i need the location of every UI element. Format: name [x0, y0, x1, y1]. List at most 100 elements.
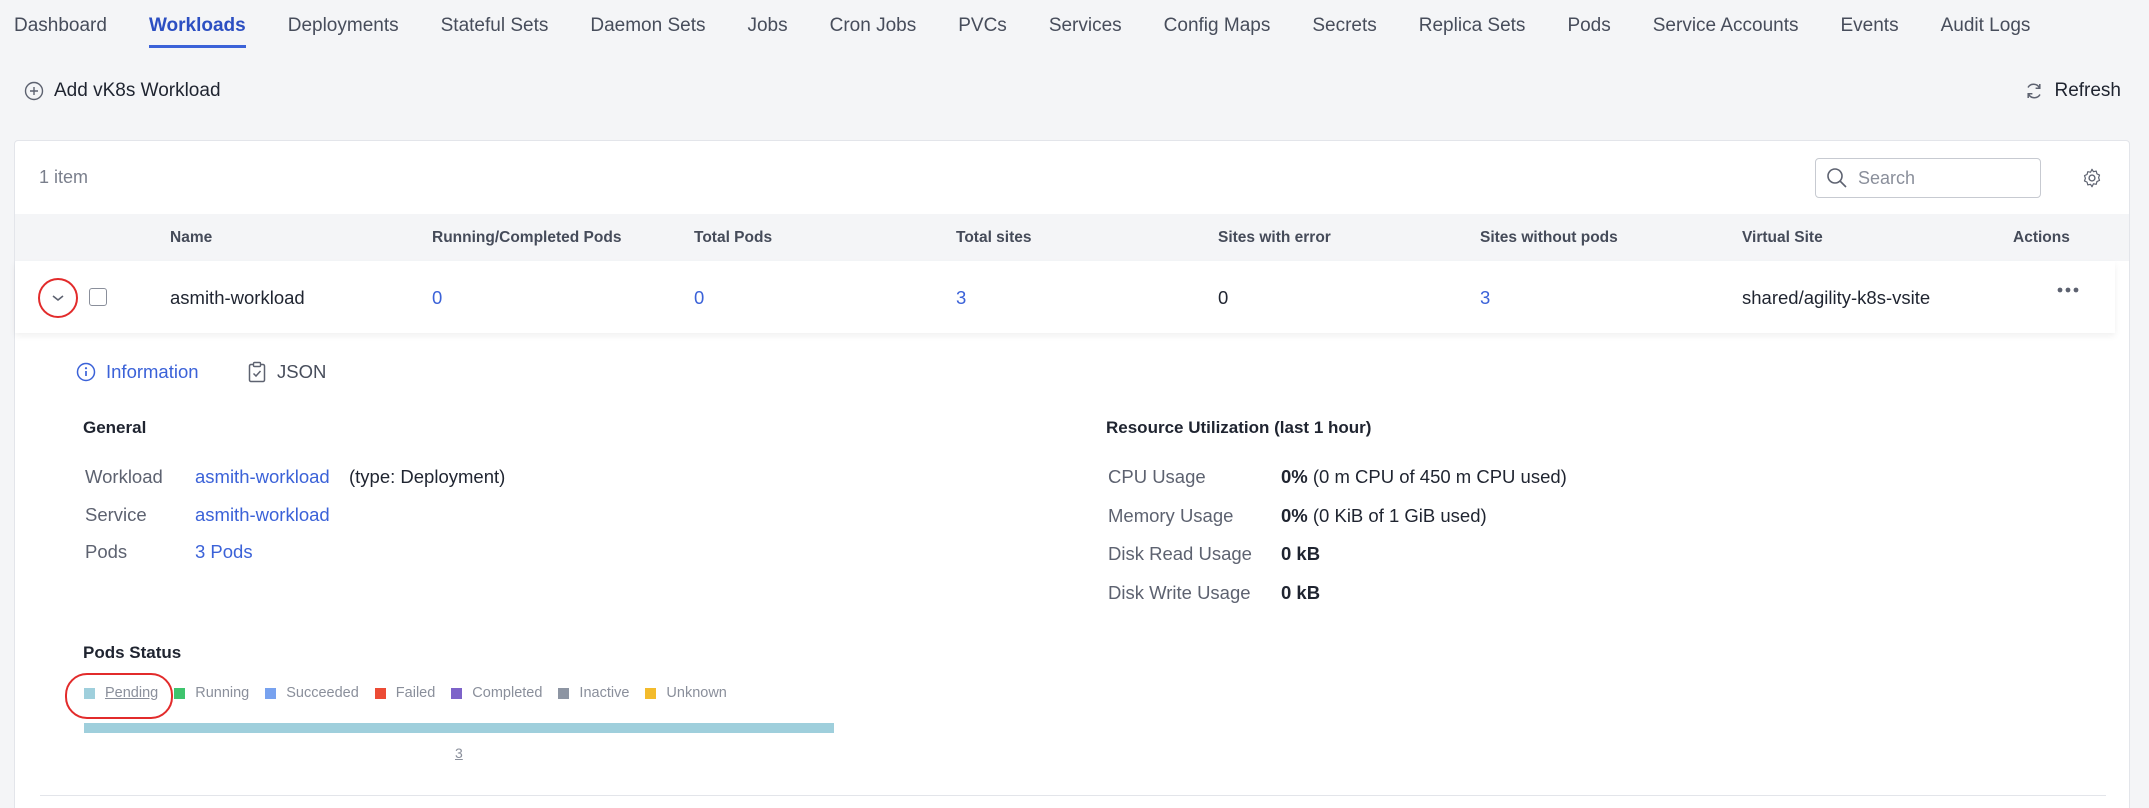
disk-write-label: Disk Write Usage — [1108, 582, 1251, 603]
sites-with-error: 0 — [1218, 287, 1229, 308]
col-running-pods[interactable]: Running/Completed Pods — [432, 229, 621, 247]
legend-swatch — [451, 687, 463, 699]
pods-status-legend: Pending Running Succeeded Failed Complet… — [84, 681, 743, 705]
legend-label: Succeeded — [286, 685, 359, 701]
tab-replica-sets[interactable]: Replica Sets — [1419, 0, 1526, 48]
tab-information-label: Information — [106, 361, 199, 382]
workloads-panel: 1 item Name Running/Completed Pods Total… — [14, 140, 2130, 808]
legend-running[interactable]: Running — [174, 685, 249, 701]
expand-row-button[interactable] — [38, 278, 78, 318]
cpu-usage-label: CPU Usage — [1108, 466, 1206, 487]
memory-usage-value: 0% (0 KiB of 1 GiB used) — [1281, 505, 1487, 527]
memory-usage-detail: (0 KiB of 1 GiB used) — [1312, 505, 1487, 526]
pods-status-title: Pods Status — [83, 643, 182, 662]
col-virtual-site[interactable]: Virtual Site — [1742, 229, 1823, 247]
legend-swatch — [174, 687, 186, 699]
plus-circle-icon — [24, 81, 44, 101]
col-total-sites[interactable]: Total sites — [956, 229, 1032, 247]
cpu-usage-value: 0% (0 m CPU of 450 m CPU used) — [1281, 466, 1567, 488]
tab-deployments[interactable]: Deployments — [288, 0, 399, 48]
row-checkbox[interactable] — [89, 288, 107, 306]
pods-label: Pods — [85, 541, 128, 562]
clipboard-check-icon — [247, 361, 267, 383]
cpu-usage-detail: (0 m CPU of 450 m CPU used) — [1312, 466, 1567, 487]
col-name[interactable]: Name — [170, 229, 212, 247]
search-icon — [1826, 167, 1848, 189]
tab-pods[interactable]: Pods — [1567, 0, 1610, 48]
tab-information[interactable]: Information — [76, 361, 199, 383]
col-actions: Actions — [2013, 229, 2070, 246]
refresh-button[interactable]: Refresh — [2024, 80, 2121, 102]
gear-icon[interactable] — [2081, 167, 2103, 189]
general-title: General — [83, 418, 147, 437]
tab-daemon-sets[interactable]: Daemon Sets — [590, 0, 705, 48]
legend-inactive[interactable]: Inactive — [558, 685, 629, 701]
refresh-label: Refresh — [2054, 80, 2121, 101]
pods-status-bar — [84, 723, 834, 733]
legend-swatch — [84, 687, 95, 699]
legend-swatch — [645, 687, 657, 699]
tab-dashboard[interactable]: Dashboard — [14, 0, 107, 48]
legend-unknown[interactable]: Unknown — [645, 685, 727, 701]
legend-label: Unknown — [666, 685, 727, 701]
table-row: asmith-workload 0 0 3 0 3 shared/agility… — [15, 261, 2115, 333]
tab-cron-jobs[interactable]: Cron Jobs — [830, 0, 917, 48]
legend-label: Completed — [472, 685, 543, 701]
tab-json-label: JSON — [277, 361, 327, 382]
total-pods-link[interactable]: 0 — [694, 287, 704, 309]
running-pods-link[interactable]: 0 — [432, 287, 442, 309]
legend-label: Failed — [395, 685, 436, 701]
refresh-icon — [2024, 81, 2044, 101]
tab-services[interactable]: Services — [1049, 0, 1122, 48]
virtual-site: shared/agility-k8s-vsite — [1742, 287, 1931, 308]
pods-link[interactable]: 3 Pods — [195, 541, 253, 563]
tab-jobs[interactable]: Jobs — [747, 0, 787, 48]
workload-link[interactable]: asmith-workload — [195, 466, 330, 488]
legend-swatch — [265, 687, 277, 699]
tab-stateful-sets[interactable]: Stateful Sets — [441, 0, 549, 48]
search-box[interactable] — [1815, 158, 2041, 198]
item-count: 1 item — [39, 167, 89, 187]
tab-workloads[interactable]: Workloads — [148, 0, 246, 48]
cpu-usage-pct: 0% — [1281, 466, 1308, 487]
service-link[interactable]: asmith-workload — [195, 504, 330, 526]
tab-audit-logs[interactable]: Audit Logs — [1941, 0, 2031, 48]
total-sites-link[interactable]: 3 — [956, 287, 966, 309]
memory-usage-pct: 0% — [1281, 505, 1308, 526]
disk-read-label: Disk Read Usage — [1108, 543, 1252, 564]
legend-completed[interactable]: Completed — [451, 685, 542, 701]
col-sites-with-error[interactable]: Sites with error — [1218, 229, 1331, 247]
workload-name: asmith-workload — [170, 287, 305, 308]
col-sites-without-pods[interactable]: Sites without pods — [1480, 229, 1618, 247]
nav-tabs: Dashboard Workloads Deployments Stateful… — [0, 0, 2149, 50]
info-icon — [76, 362, 96, 382]
chevron-down-icon — [52, 295, 64, 302]
pending-bar-segment[interactable] — [84, 723, 834, 733]
divider — [40, 795, 2106, 796]
tab-events[interactable]: Events — [1841, 0, 1899, 48]
more-actions-icon[interactable] — [2057, 287, 2079, 293]
col-total-pods[interactable]: Total Pods — [694, 229, 772, 247]
legend-failed[interactable]: Failed — [374, 685, 436, 701]
disk-read-number: 0 kB — [1281, 543, 1321, 564]
tab-json[interactable]: JSON — [247, 361, 326, 383]
tab-service-accounts[interactable]: Service Accounts — [1653, 0, 1799, 48]
legend-label: Inactive — [579, 685, 630, 701]
sites-without-pods-link[interactable]: 3 — [1480, 287, 1490, 309]
legend-label: Running — [195, 685, 250, 701]
disk-read-value: 0 kB — [1281, 543, 1320, 565]
legend-pending[interactable]: Pending — [84, 685, 158, 701]
disk-write-number: 0 kB — [1281, 582, 1321, 603]
tab-pvcs[interactable]: PVCs — [958, 0, 1007, 48]
disk-write-value: 0 kB — [1281, 582, 1320, 604]
tab-secrets[interactable]: Secrets — [1312, 0, 1376, 48]
tab-config-maps[interactable]: Config Maps — [1164, 0, 1271, 48]
legend-succeeded[interactable]: Succeeded — [265, 685, 359, 701]
add-workload-button[interactable]: Add vK8s Workload — [24, 80, 221, 102]
pending-count-label[interactable]: 3 — [455, 745, 463, 761]
legend-swatch — [374, 687, 386, 699]
add-workload-label: Add vK8s Workload — [54, 80, 221, 101]
service-label: Service — [85, 504, 147, 525]
legend-swatch — [558, 687, 570, 699]
search-input[interactable] — [1858, 167, 2028, 189]
